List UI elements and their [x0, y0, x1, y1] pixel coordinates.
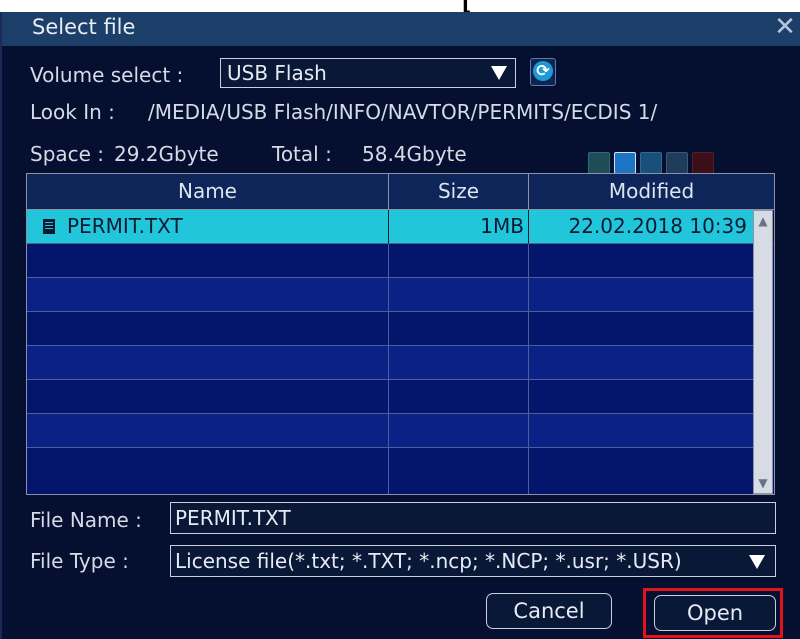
file-type-dropdown[interactable]: License file(*.txt; *.TXT; *.ncp; *.NCP;… [170, 545, 776, 577]
select-file-dialog: Select file ✕ Volume select : USB Flash … [0, 12, 800, 639]
cell-empty [389, 448, 529, 494]
column-header-size[interactable]: Size [389, 174, 529, 210]
cell-empty [389, 380, 529, 414]
text-file-icon [43, 219, 55, 234]
cell-empty [529, 414, 756, 448]
cell-empty [529, 346, 756, 380]
cell-empty [27, 312, 389, 346]
table-row-empty[interactable] [27, 448, 774, 494]
cell-empty [529, 244, 756, 278]
open-button-highlight [643, 588, 783, 638]
cancel-button[interactable]: Cancel [486, 593, 612, 629]
cell-empty [529, 312, 756, 346]
scroll-up-icon[interactable]: ▲ [755, 213, 771, 229]
dialog-title: Select file [32, 15, 136, 39]
volume-select-dropdown[interactable]: USB Flash [220, 58, 516, 88]
cell-empty [27, 414, 389, 448]
top-strip: [ [0, 0, 800, 12]
table-row-empty[interactable] [27, 380, 774, 414]
dropdown-arrow-icon [491, 66, 507, 80]
volume-select-label: Volume select : [30, 63, 184, 87]
look-in-label: Look In : [30, 100, 115, 124]
file-name-text: PERMIT.TXT [67, 214, 183, 238]
table-row-empty[interactable] [27, 346, 774, 380]
table-header: Name Size Modified [27, 174, 774, 210]
cell-empty [529, 278, 756, 312]
refresh-icon: ⟳ [533, 61, 553, 81]
file-type-value: License file(*.txt; *.TXT; *.ncp; *.NCP;… [175, 549, 682, 573]
scroll-down-icon[interactable]: ▼ [755, 475, 771, 491]
cell-empty [389, 244, 529, 278]
table-row-empty[interactable] [27, 312, 774, 346]
total-value: 58.4Gbyte [362, 142, 467, 166]
cell-empty [27, 380, 389, 414]
look-in-path: /MEDIA/USB Flash/INFO/NAVTOR/PERMITS/ECD… [148, 100, 658, 124]
cell-empty [389, 312, 529, 346]
cell-empty [529, 380, 756, 414]
volume-select-value: USB Flash [227, 61, 327, 85]
column-header-modified[interactable]: Modified [529, 174, 774, 210]
file-name-value: PERMIT.TXT [175, 506, 291, 530]
cell-size: 1MB [389, 210, 529, 244]
table-row[interactable]: PERMIT.TXT 1MB 22.02.2018 10:39 [27, 210, 774, 244]
copy-folder-icon[interactable] [640, 152, 662, 174]
cell-empty [27, 278, 389, 312]
space-label: Space : [30, 142, 105, 166]
file-table: Name Size Modified PERMIT.TXT 1MB 22.02.… [26, 173, 775, 495]
table-row-empty[interactable] [27, 414, 774, 448]
cell-empty [389, 414, 529, 448]
dropdown-arrow-icon [749, 555, 765, 569]
cell-empty [389, 278, 529, 312]
space-value: 29.2Gbyte [114, 142, 219, 166]
cell-empty [529, 448, 756, 494]
close-icon[interactable]: ✕ [774, 12, 796, 42]
cell-empty [27, 346, 389, 380]
refresh-button[interactable]: ⟳ [530, 58, 556, 86]
total-label: Total : [272, 142, 332, 166]
delete-icon[interactable] [692, 152, 714, 174]
new-folder-icon[interactable] [614, 152, 636, 174]
properties-icon[interactable] [666, 152, 688, 174]
file-name-field[interactable]: PERMIT.TXT [170, 502, 776, 534]
title-bar[interactable]: Select file ✕ [2, 12, 800, 46]
table-row-empty[interactable] [27, 244, 774, 278]
cell-modified: 22.02.2018 10:39 [529, 210, 774, 244]
folder-up-icon[interactable] [588, 152, 610, 174]
cell-empty [389, 346, 529, 380]
table-row-empty[interactable] [27, 278, 774, 312]
cell-empty [27, 448, 389, 494]
vertical-scrollbar[interactable]: ▲ ▼ [753, 210, 773, 494]
file-type-label: File Type : [30, 549, 129, 573]
cell-empty [27, 244, 389, 278]
cell-name: PERMIT.TXT [27, 210, 389, 244]
bracket-fragment: [ [462, 0, 472, 12]
file-name-label: File Name : [30, 508, 142, 532]
column-header-name[interactable]: Name [27, 174, 389, 210]
